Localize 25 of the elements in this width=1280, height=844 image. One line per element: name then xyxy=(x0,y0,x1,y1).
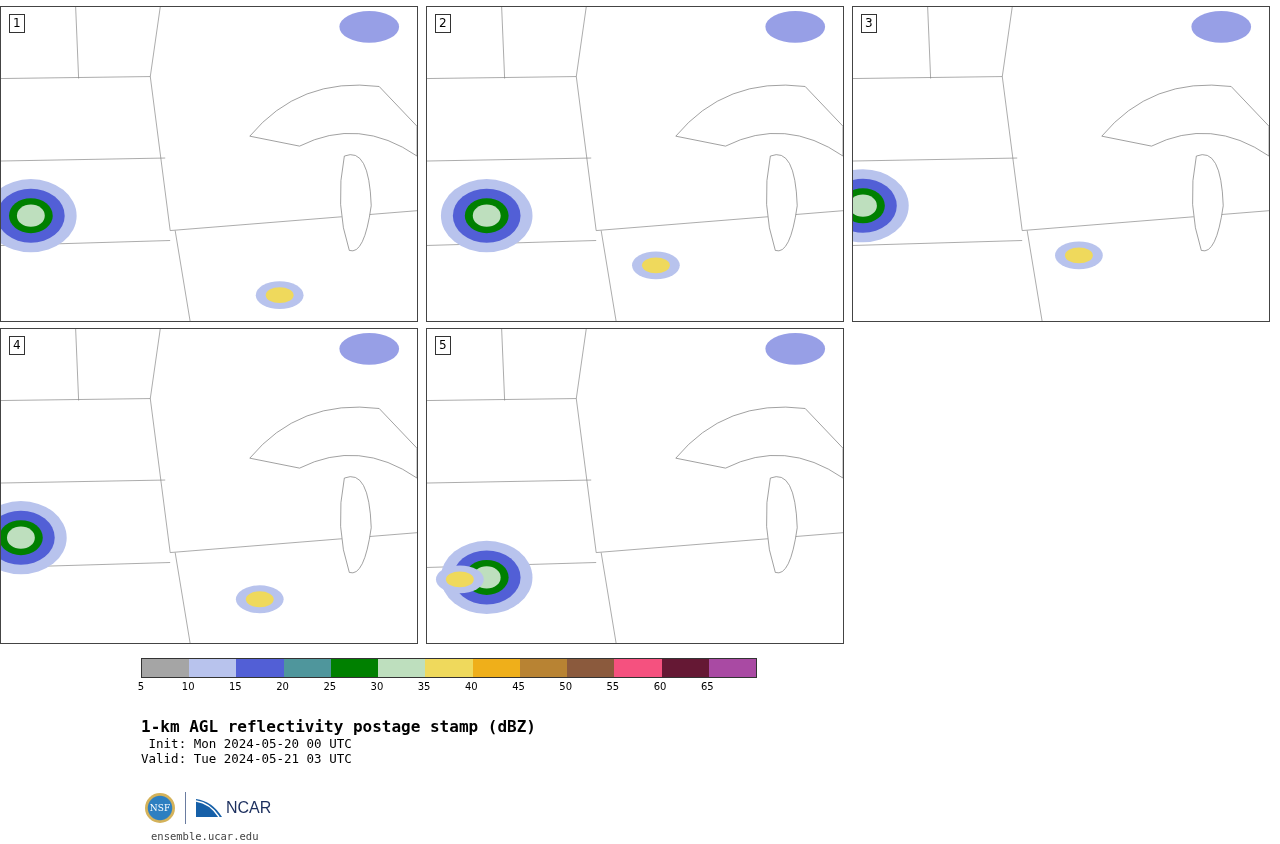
tick-label: 30 xyxy=(370,681,384,692)
logo-text: NCAR xyxy=(226,799,272,817)
tick-label: 10 xyxy=(181,681,195,692)
swoosh-icon xyxy=(196,799,222,817)
tick-label: 45 xyxy=(512,681,525,692)
valid-time: Valid: Tue 2024-05-21 03 UTC xyxy=(141,751,353,766)
seal-logo: NSF xyxy=(145,793,175,823)
panel-number: 1 xyxy=(9,14,25,33)
panel-number: 2 xyxy=(435,14,451,33)
panel-number: 4 xyxy=(9,336,25,355)
tick-label: 25 xyxy=(323,681,337,692)
tick-label: 65 xyxy=(700,681,714,692)
chart-title: 1-km AGL reflectivity postage stamp (dBZ) xyxy=(141,718,537,736)
tick-label: 20 xyxy=(276,681,289,692)
panel-number: 3 xyxy=(861,14,877,33)
tick-label: 55 xyxy=(606,681,620,692)
tick-label: 50 xyxy=(559,681,573,692)
panel-number: 5 xyxy=(435,336,451,355)
tick-label: 5 xyxy=(137,681,145,692)
tick-label: 15 xyxy=(229,681,242,692)
tick-label: 60 xyxy=(653,681,667,692)
tick-label: 35 xyxy=(417,681,431,692)
tick-label: 40 xyxy=(464,681,478,692)
site-url: ensemble.ucar.edu xyxy=(150,830,260,842)
init-time: Init: Mon 2024-05-20 00 UTC xyxy=(147,736,353,751)
